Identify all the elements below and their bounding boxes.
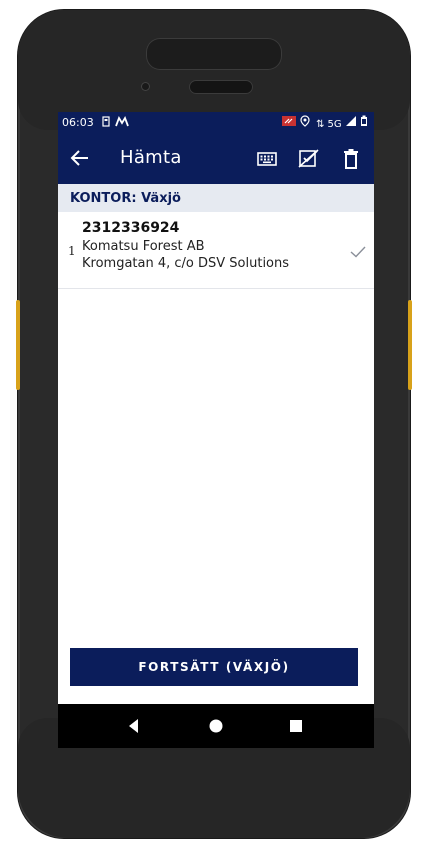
app-bar: Hämta	[58, 134, 374, 184]
location-icon	[300, 115, 310, 127]
android-nav-bar	[58, 704, 374, 748]
arrow-left-icon[interactable]	[68, 146, 92, 170]
uncheck-icon[interactable]	[296, 146, 322, 172]
notification-icons	[102, 115, 142, 132]
item-address: Kromgatan 4, c/o DSV Solutions	[82, 256, 290, 271]
battery-icon	[361, 115, 367, 126]
item-index: 1	[68, 244, 76, 258]
status-time: 06:03	[62, 116, 94, 129]
device-screen: 06:03 ⇅ 5G Hämta KONTOR: Växjö 1 2312336…	[58, 112, 374, 748]
sim-and-maps-icon	[102, 115, 129, 127]
network-label: 5G	[327, 119, 342, 130]
top-notch	[146, 38, 282, 70]
trash-icon[interactable]	[338, 146, 364, 172]
system-indicators: ⇅ 5G	[281, 115, 368, 130]
keyboard-icon[interactable]	[254, 146, 280, 172]
continue-button[interactable]: FORTSÄTT (VÄXJÖ)	[70, 648, 358, 686]
signal-icon	[345, 116, 356, 126]
nav-back-icon[interactable]	[124, 716, 144, 736]
list-item[interactable]: 1 2312336924 Komatsu Forest AB Kromgatan…	[58, 212, 374, 289]
office-section-header: KONTOR: Växjö	[58, 184, 374, 212]
office-label: KONTOR: Växjö	[70, 191, 181, 206]
right-scan-button[interactable]	[408, 300, 412, 390]
item-id: 2312336924	[82, 220, 180, 236]
nav-recents-icon[interactable]	[286, 716, 306, 736]
left-scan-button[interactable]	[16, 300, 20, 390]
earpiece-speaker	[189, 80, 253, 94]
nfc-icon	[281, 116, 296, 126]
network-type: ⇅ 5G	[316, 119, 342, 130]
item-company: Komatsu Forest AB	[82, 239, 205, 254]
nav-home-icon[interactable]	[206, 716, 226, 736]
page-title: Hämta	[120, 147, 182, 168]
front-camera	[141, 82, 150, 91]
check-icon	[350, 246, 366, 258]
status-bar: 06:03 ⇅ 5G	[58, 112, 374, 134]
